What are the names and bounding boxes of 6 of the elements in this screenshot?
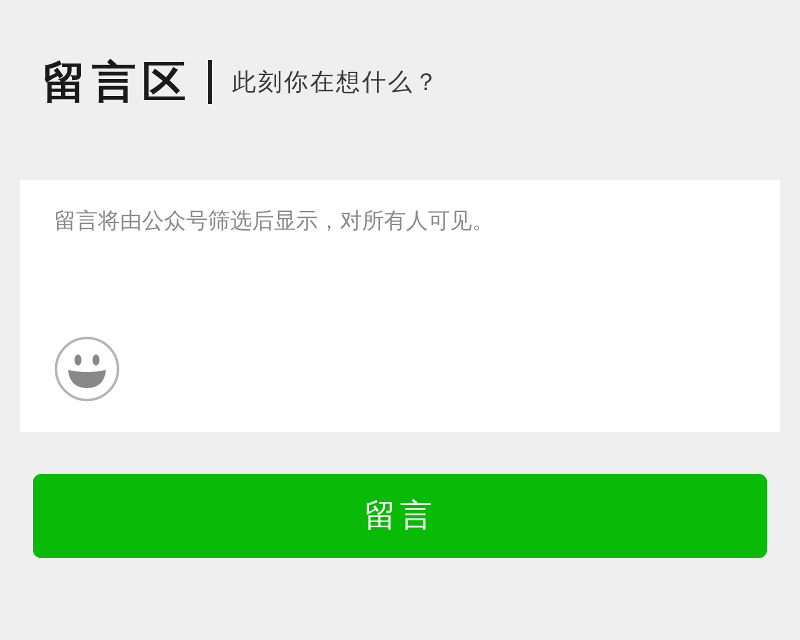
comment-input[interactable]: 留言将由公众号筛选后显示，对所有人可见。 — [54, 206, 748, 336]
smiley-icon[interactable] — [54, 336, 120, 402]
submit-button[interactable]: 留言 — [33, 474, 767, 558]
section-subtitle: 此刻你在想什么？ — [232, 67, 440, 98]
section-title: 留言区 — [42, 56, 192, 110]
comment-field[interactable]: 留言将由公众号筛选后显示，对所有人可见。 — [20, 180, 780, 432]
